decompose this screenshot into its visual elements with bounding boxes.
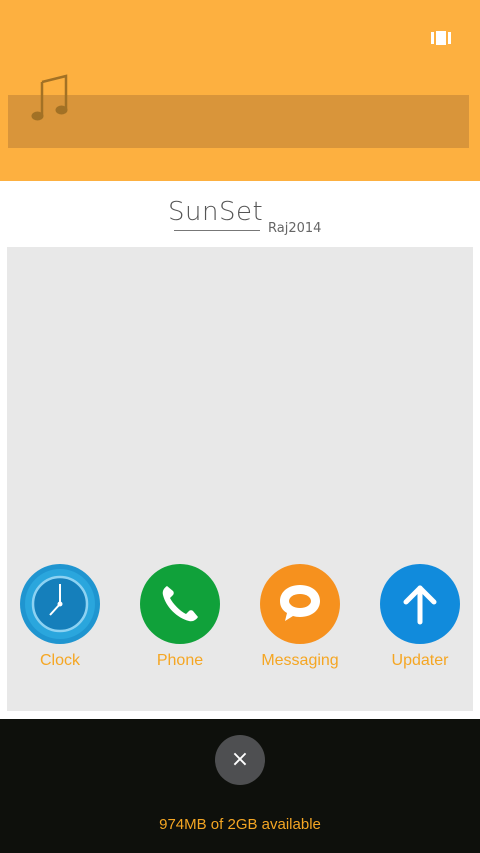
app-label: Messaging [261,652,339,669]
clock-icon [20,564,100,644]
logo-title: SunSet [168,197,264,227]
logo-underline [174,230,260,231]
app-label: Clock [39,652,80,669]
recent-apps-icon[interactable] [431,31,451,45]
music-note-icon [31,74,68,121]
app-phone[interactable]: Phone [120,564,240,670]
arrow-up-icon [380,564,460,644]
recents-header [0,0,480,181]
theme-logo: SunSet Raj2014 [168,197,338,243]
close-icon: × [230,747,250,772]
music-widget-bar[interactable] [8,95,469,148]
phone-icon [140,564,220,644]
app-updater[interactable]: Updater [360,564,480,670]
app-label: Phone [156,652,204,669]
logo-subtitle: Raj2014 [268,221,322,236]
memory-status: 974MB of 2GB available [159,816,321,833]
app-label: Updater [391,652,449,669]
clear-all-button[interactable]: × [215,735,265,785]
app-messaging[interactable]: Messaging [240,564,360,670]
chat-bubble-icon [260,564,340,644]
app-clock[interactable]: Clock [0,564,120,670]
